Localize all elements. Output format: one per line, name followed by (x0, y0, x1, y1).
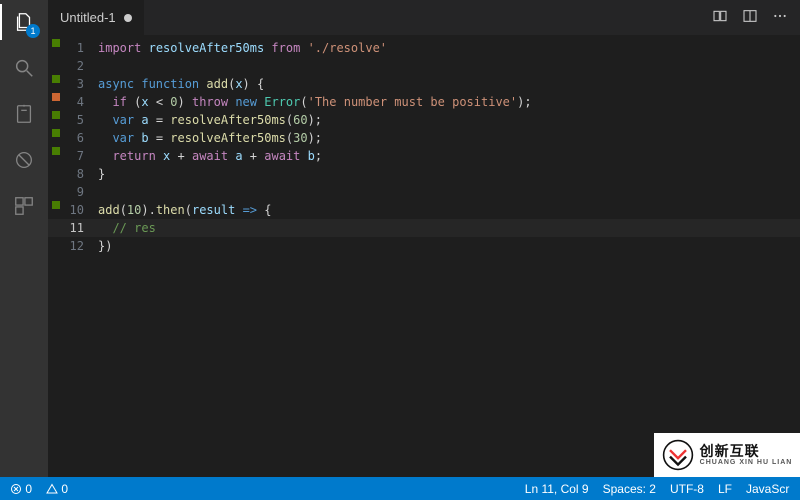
watermark-logo-icon (662, 439, 694, 471)
status-encoding[interactable]: UTF-8 (670, 482, 704, 496)
compare-changes-icon[interactable] (712, 8, 728, 27)
line-number: 7 (64, 147, 98, 165)
status-cursor-position[interactable]: Ln 11, Col 9 (525, 482, 589, 496)
code-line: 9 (48, 183, 800, 201)
split-editor-icon[interactable] (742, 8, 758, 27)
tab-bar: Untitled-1 (48, 0, 800, 35)
status-indentation[interactable]: Spaces: 2 (603, 482, 656, 496)
editor[interactable]: 1 import resolveAfter50ms from './resolv… (48, 35, 800, 477)
scrollbar[interactable] (788, 35, 800, 477)
code-line: 3 async function add(x) { (48, 75, 800, 93)
line-number: 1 (64, 39, 98, 57)
gutter-decoration-icon (52, 75, 60, 83)
code-line: 8 } (48, 165, 800, 183)
line-number: 9 (64, 183, 98, 201)
more-actions-icon[interactable] (772, 8, 788, 27)
app-root: 1 Untitled-1 (0, 0, 800, 477)
code-line: 12 }) (48, 237, 800, 255)
activity-bar: 1 (0, 0, 48, 477)
code-line: 7 return x + await a + await b; (48, 147, 800, 165)
code-line: 1 import resolveAfter50ms from './resolv… (48, 39, 800, 57)
source-control-icon[interactable] (10, 100, 38, 128)
code-line: 4 if (x < 0) throw new Error('The number… (48, 93, 800, 111)
gutter-decoration-icon (52, 111, 60, 119)
watermark-pinyin: CHUANG XIN HU LIAN (700, 459, 793, 466)
code-line: 10 add(10).then(result => { (48, 201, 800, 219)
status-language-mode[interactable]: JavaScript (746, 482, 790, 496)
code-line-current: 11 // res (48, 219, 800, 237)
code-line: 2 (48, 57, 800, 75)
debug-icon[interactable] (10, 146, 38, 174)
line-number: 4 (64, 93, 98, 111)
line-number: 10 (64, 201, 98, 219)
explorer-icon[interactable]: 1 (10, 8, 38, 36)
extensions-icon[interactable] (10, 192, 38, 220)
tab-dirty-dot-icon (124, 14, 132, 22)
gutter-decoration-icon (52, 147, 60, 155)
status-bar: 0 0 Ln 11, Col 9 Spaces: 2 UTF-8 LF Java… (0, 477, 800, 500)
editor-actions (712, 0, 800, 35)
line-number: 11 (64, 219, 98, 237)
status-warnings[interactable]: 0 (46, 482, 68, 496)
tabs: Untitled-1 (48, 0, 145, 35)
explorer-badge: 1 (26, 24, 40, 38)
search-icon[interactable] (10, 54, 38, 82)
line-number: 2 (64, 57, 98, 75)
line-number: 8 (64, 165, 98, 183)
watermark-badge: 创新互联 CHUANG XIN HU LIAN (654, 433, 800, 477)
code-line: 6 var b = resolveAfter50ms(30); (48, 129, 800, 147)
gutter-decoration-icon (52, 39, 60, 47)
code-line: 5 var a = resolveAfter50ms(60); (48, 111, 800, 129)
main-column: Untitled-1 1 import resolveAfter50ms fro… (48, 0, 800, 477)
gutter-decoration-icon (52, 129, 60, 137)
gutter-decoration-icon (52, 201, 60, 209)
line-number: 12 (64, 237, 98, 255)
tab-title: Untitled-1 (60, 10, 116, 25)
status-errors[interactable]: 0 (10, 482, 32, 496)
line-number: 3 (64, 75, 98, 93)
code-lines: 1 import resolveAfter50ms from './resolv… (48, 39, 800, 255)
watermark-brand: 创新互联 (700, 443, 760, 459)
status-eol[interactable]: LF (718, 482, 732, 496)
line-number: 5 (64, 111, 98, 129)
tab-untitled-1[interactable]: Untitled-1 (48, 0, 145, 35)
line-number: 6 (64, 129, 98, 147)
gutter-decoration-icon (52, 93, 60, 101)
